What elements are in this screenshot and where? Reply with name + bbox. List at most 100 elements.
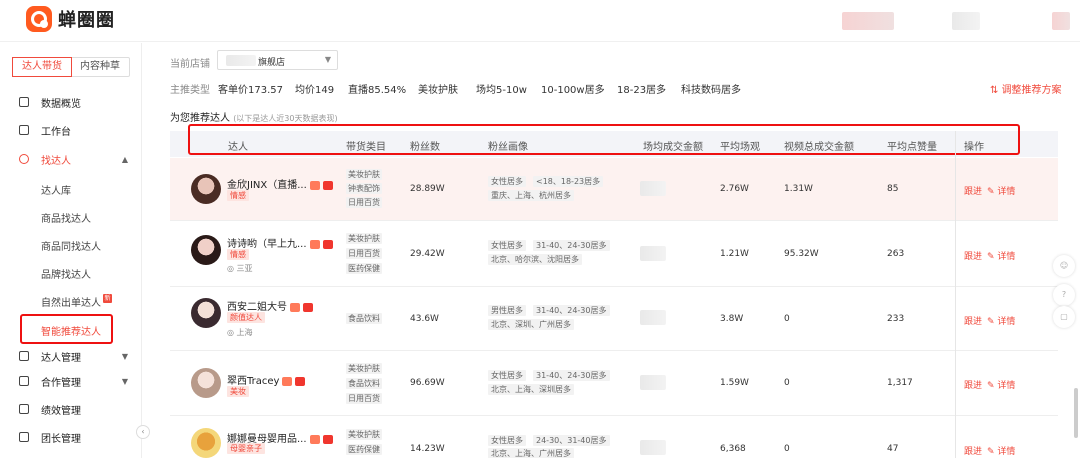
fan-gender-tag: 女性居多 [488,240,526,251]
detail-link[interactable]: ✎ 详情 [987,444,1015,457]
detail-link[interactable]: ✎ 详情 [987,184,1015,197]
detail-link[interactable]: ✎ 详情 [987,249,1015,262]
avatar[interactable] [191,428,221,458]
annotation-box-sidebar [20,314,113,344]
avatar[interactable] [191,235,221,265]
shop-icon [282,376,293,386]
nav-label: 工作台 [41,126,71,138]
category-tag: 食品饮料 [346,313,382,324]
video-platform-icon [295,376,306,386]
person-icon [19,351,29,361]
feedback-icon[interactable]: ▢ [1053,306,1075,328]
nav-cooperation-manage[interactable]: 合作管理 ▼ [0,369,142,393]
fan-age-tag: 31-40、24-30居多 [533,370,610,381]
fan-age-tag: 31-40、24-30居多 [533,240,610,251]
daren-name[interactable]: 金欣JINX（直播... [227,176,333,191]
follow-link[interactable]: 跟进 [964,249,982,262]
daren-name[interactable]: 西安二姐大号 [227,298,313,313]
annotation-box-header [188,124,1020,155]
filter-item: 科技数码居多 [681,85,741,96]
avg-view: 1.21W [720,249,749,259]
location-text: 三亚 [236,264,253,273]
fan-city-tag: 北京、深圳、广州居多 [488,319,574,330]
location-pin-icon: ◎ [227,264,237,273]
store-select-value: 旗舰店 [258,58,286,68]
avatar[interactable] [191,368,221,398]
mascot-icon[interactable]: ☺ [1053,255,1075,277]
adjust-plan-link[interactable]: ⇅ 调整推荐方案 [990,81,1062,96]
location: ◎ 三亚 [227,263,253,274]
app-logo[interactable]: 蝉圈圈 [26,6,115,32]
detail-label: 详情 [997,317,1016,327]
avg-gmv-blurred [640,375,666,390]
avatar[interactable] [191,174,221,204]
nav-daren-manage[interactable]: 达人管理 ▼ [0,344,142,368]
sidebar-segment: 达人带货 内容种草 [12,57,130,77]
nav-team-manage[interactable]: 团长管理 [0,425,142,449]
avg-view: 6,368 [720,444,746,454]
segment-tab-content[interactable]: 内容种草 [71,58,129,76]
detail-label: 详情 [997,447,1016,457]
fan-city-tag: 重庆、上海、杭州居多 [488,190,574,201]
daren-name[interactable]: 诗诗哟（早上九... [227,235,333,250]
subnav-brand-find[interactable]: 品牌找达人 [41,266,91,281]
account-info-blurred [842,12,894,30]
fan-city-tag: 北京、哈尔滨、沈阳居多 [488,254,582,265]
detail-label: 详情 [997,252,1016,262]
store-name-blurred [226,55,256,66]
video-gmv: 95.32W [784,249,819,259]
fans-count: 29.42W [410,249,445,259]
store-select[interactable]: 旗舰店 ▼ [217,50,338,70]
chart-icon [19,404,29,414]
fans-count: 14.23W [410,444,445,454]
monitor-icon [19,125,29,135]
detail-link[interactable]: ✎ 详情 [987,314,1015,327]
location: ◎ 上海 [227,327,253,338]
detail-link[interactable]: ✎ 详情 [987,378,1015,391]
daren-tag: 情感 [227,249,249,260]
segment-tab-daren[interactable]: 达人带货 [12,57,72,77]
filter-item: 场均5-10w [476,85,527,96]
table-row[interactable] [170,287,1058,351]
follow-link[interactable]: 跟进 [964,184,982,197]
fans-count: 28.89W [410,184,445,194]
nav-performance-manage[interactable]: 绩效管理 [0,397,142,421]
location-pin-icon: ◎ [227,328,237,337]
subnav-similar-product-find[interactable]: 商品同找达人 [41,238,101,253]
nav-workbench[interactable]: 工作台 [0,118,142,142]
chevron-up-icon: ▲ [121,154,128,164]
category-tag: 美妆护肤 [346,363,382,374]
pencil-icon: ✎ [987,252,998,262]
daren-name[interactable]: 翠西Tracey [227,372,306,387]
nav-find-daren[interactable]: 找达人 ▲ [0,147,142,171]
avatar[interactable] [191,298,221,328]
filter-item: 美妆护肤 [418,85,458,96]
follow-link[interactable]: 跟进 [964,444,982,457]
category-tag: 钟表配饰 [346,183,382,194]
follow-link[interactable]: 跟进 [964,378,982,391]
follow-link[interactable]: 跟进 [964,314,982,327]
category-tag: 美妆护肤 [346,429,382,440]
subnav-product-find[interactable]: 商品找达人 [41,210,91,225]
pencil-icon: ✎ [987,447,998,457]
video-gmv: 0 [784,378,790,388]
category-tag: 医药保健 [346,444,382,455]
nav-data-overview[interactable]: 数据概览 [0,90,142,114]
table-row[interactable] [170,221,1058,287]
app-name: 蝉圈圈 [58,10,115,31]
subnav-daren-library[interactable]: 达人库 [41,182,71,197]
scrollbar[interactable] [1074,388,1078,438]
user-avatar[interactable] [1052,12,1070,30]
fan-gender-tag: 女性居多 [488,176,526,187]
chevron-down-icon: ▼ [121,351,128,361]
main-type-label: 主推类型 [170,85,210,96]
section-title-text: 为您推荐达人 [170,113,230,124]
daren-tag: 情感 [227,190,249,201]
pencil-icon: ✎ [987,381,998,391]
subnav-natural-order[interactable]: 自然出单达人新 [41,294,112,309]
avg-like: 263 [887,249,905,259]
nav-label: 数据概览 [41,98,81,110]
help-icon[interactable]: ? [1053,284,1075,306]
nav-label: 找达人 [41,155,71,167]
sidebar-collapse-button[interactable]: ‹ [136,425,150,439]
